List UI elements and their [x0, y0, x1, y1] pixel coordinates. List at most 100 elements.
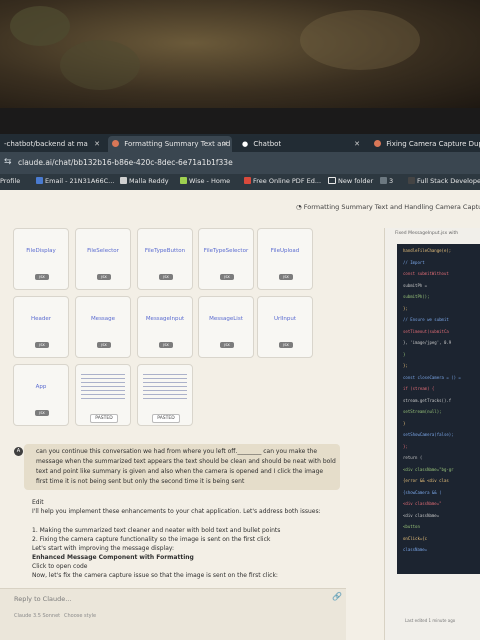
conversation-title[interactable]: ◔ Formatting Summary Text and Handling C…: [296, 203, 480, 211]
attach-icon[interactable]: 🔗: [332, 592, 342, 601]
bookmark-3[interactable]: 3: [380, 177, 393, 185]
file-type-badge: JSX: [220, 342, 234, 348]
code-line: const submitWithout: [403, 271, 449, 276]
user-avatar: A: [14, 447, 23, 456]
bookmark-new-folder[interactable]: New folder: [328, 177, 373, 185]
bookmarks-bar: Profile Email - 21N31A66C... Malla Reddy…: [0, 174, 480, 190]
reply-input[interactable]: Reply to Claude...: [14, 595, 71, 603]
artifact-header[interactable]: Fixed MessageInput.jsx with: [395, 231, 458, 236]
folder-icon: [328, 177, 336, 184]
code-line: };: [403, 443, 408, 449]
code-line: setTimeout(submitCa: [403, 328, 449, 334]
response-next: Now, let's fix the camera capture issue …: [32, 572, 278, 579]
mail-icon: [36, 177, 43, 184]
site-settings-icon[interactable]: ⇆: [4, 157, 12, 167]
code-line: {showCamera && (: [403, 489, 442, 495]
code-line: }: [403, 351, 406, 357]
code-line: // Ensure we submit: [403, 317, 449, 322]
code-line: <button: [403, 524, 420, 529]
attachment-card[interactable]: MessageList JSX: [198, 296, 254, 358]
claude-icon: [112, 140, 119, 147]
attachment-card[interactable]: Header JSX: [13, 296, 69, 358]
code-line: }: [403, 420, 406, 426]
attachment-card[interactable]: FileDisplay JSX: [13, 228, 69, 290]
code-line: setShowCamera(false);: [403, 432, 454, 437]
file-type-badge: JSX: [159, 342, 173, 348]
code-line: submitPh =: [403, 282, 428, 288]
style-selector[interactable]: Choose style: [64, 613, 96, 619]
bookmark-wise[interactable]: Wise - Home: [180, 177, 230, 185]
tab-backend[interactable]: -chatbot/backend at ma ✕: [0, 136, 104, 152]
bookmark-full-stack[interactable]: Full Stack Developer...: [408, 177, 480, 185]
close-icon[interactable]: ✕: [354, 136, 360, 152]
file-type-badge: JSX: [97, 274, 111, 280]
app-icon: [380, 177, 387, 184]
college-icon: [120, 177, 127, 184]
bookmark-email[interactable]: Email - 21N31A66C...: [36, 177, 114, 185]
model-selector[interactable]: Claude 3.5 Sonnet: [14, 613, 60, 619]
tab-chatbot[interactable]: ● Chatbot ✕: [238, 136, 364, 152]
attachment-card[interactable]: MessageInput JSX: [137, 296, 193, 358]
address-bar[interactable]: ⇆ claude.ai/chat/bb132b16-b86e-420c-8dec…: [0, 152, 480, 174]
edit-link[interactable]: Edit: [32, 498, 342, 507]
bookmark-profile[interactable]: Profile: [0, 177, 20, 185]
code-line: return (: [403, 455, 423, 460]
code-line: <div className=: [403, 512, 440, 518]
background-foliage: [60, 40, 140, 90]
code-line: const closeCamera = () =: [403, 374, 461, 380]
close-icon[interactable]: ✕: [94, 136, 100, 152]
attachment-card[interactable]: FileTypeSelector JSX: [198, 228, 254, 290]
attachment-card[interactable]: Message JSX: [75, 296, 131, 358]
response-point: 2. Fixing the camera capture functionali…: [32, 536, 271, 543]
file-type-badge: JSX: [159, 274, 173, 280]
file-type-badge: JSX: [35, 274, 49, 280]
code-line: className=: [403, 547, 428, 552]
code-line: handleFileChange(e);: [403, 248, 452, 253]
attachment-card[interactable]: UrlInput JSX: [257, 296, 313, 358]
wise-icon: [180, 177, 187, 184]
bookmark-malla-reddy[interactable]: Malla Reddy: [120, 177, 169, 185]
file-type-badge: JSX: [220, 274, 234, 280]
tab-formatting-summary[interactable]: Formatting Summary Text and I ✕: [108, 136, 232, 152]
url-text[interactable]: claude.ai/chat/bb132b16-b86e-420c-8dec-6…: [18, 158, 233, 167]
code-line: <div className="bg-gr: [403, 466, 454, 472]
tab-strip: -chatbot/backend at ma ✕ Formatting Summ…: [0, 134, 480, 152]
user-message-text: can you continue this conversation we ha…: [36, 448, 336, 485]
response-point: 1. Making the summarized text cleaner an…: [32, 527, 281, 534]
file-type-badge: JSX: [35, 410, 49, 416]
tab-fixing-camera[interactable]: Fixing Camera Capture Duplic: [370, 136, 480, 152]
background-foliage: [300, 10, 420, 70]
pasted-badge: PASTED: [152, 414, 180, 423]
artifact-panel: Fixed MessageInput.jsx with handleFileCh…: [384, 228, 480, 640]
browser-window: -chatbot/backend at ma ✕ Formatting Summ…: [0, 134, 480, 640]
code-view[interactable]: handleFileChange(e); // Import const submi…: [397, 244, 480, 574]
claude-icon: [374, 140, 381, 147]
pasted-preview: [143, 371, 187, 401]
bookmark-icon: [408, 177, 415, 184]
file-type-badge: JSX: [279, 274, 293, 280]
attachment-card[interactable]: FileTypeButton JSX: [137, 228, 193, 290]
bookmark-pdf-editor[interactable]: Free Online PDF Ed...: [244, 177, 321, 185]
pasted-preview: [81, 371, 125, 401]
code-line: // Import: [403, 259, 425, 265]
reply-composer: Reply to Claude... 🔗 Claude 3.5 Sonnet C…: [0, 588, 346, 640]
file-type-badge: JSX: [97, 342, 111, 348]
attachment-card[interactable]: App JSX: [13, 364, 69, 426]
artifact-title[interactable]: Enhanced Message Component with Formatti…: [32, 553, 342, 562]
open-code-link[interactable]: Click to open code: [32, 562, 342, 571]
close-icon[interactable]: ✕: [222, 136, 228, 152]
file-type-badge: JSX: [35, 342, 49, 348]
tab-label: Formatting Summary Text and I: [124, 140, 232, 148]
pasted-content-card[interactable]: PASTED: [137, 364, 193, 426]
pdf-icon: [244, 177, 251, 184]
response-start: Let's start with improving the message d…: [32, 545, 175, 552]
code-line: stream.getTracks().f: [403, 397, 452, 403]
attachment-card[interactable]: FileUpload JSX: [257, 228, 313, 290]
code-line: };: [403, 363, 408, 368]
background-photo: [0, 0, 480, 108]
attachment-card[interactable]: FileSelector JSX: [75, 228, 131, 290]
github-icon: ●: [242, 140, 249, 148]
code-line: submitPh();: [403, 294, 430, 299]
background-foliage: [10, 6, 70, 46]
pasted-content-card[interactable]: PASTED: [75, 364, 131, 426]
